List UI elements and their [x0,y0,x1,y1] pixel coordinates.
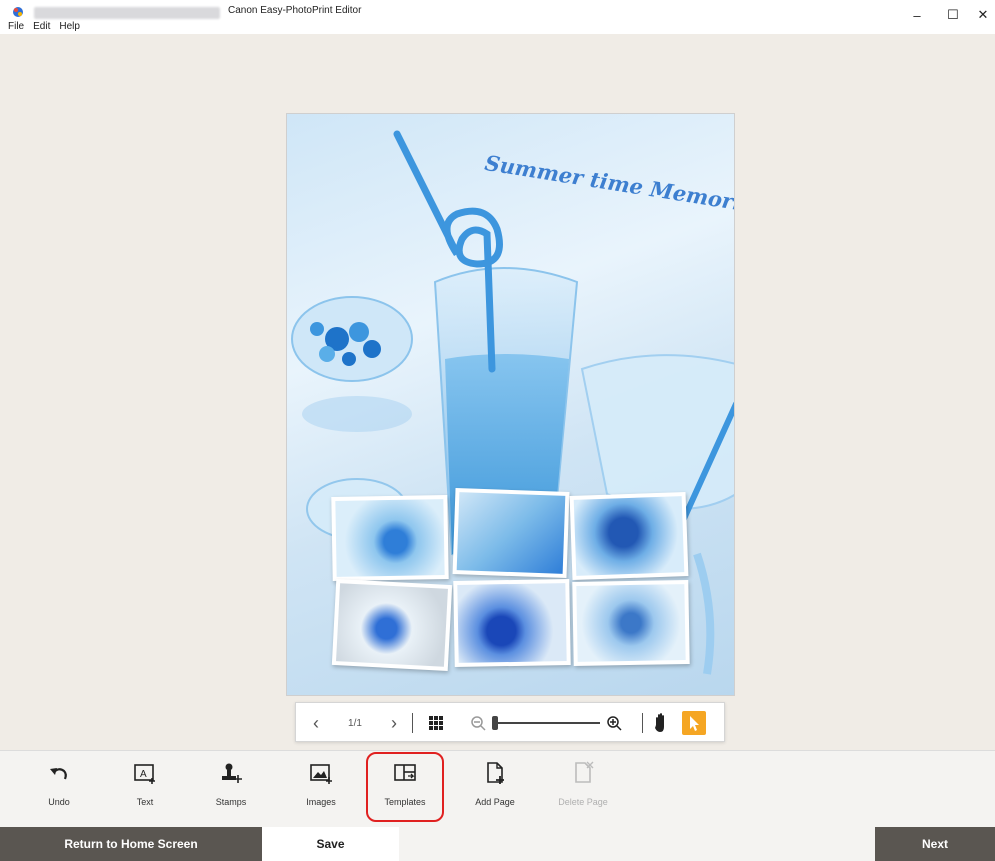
pointer-icon [690,716,699,731]
undo-icon [50,768,67,780]
menu-bar: File Edit Help [8,21,80,32]
editing-toolbar: Undo A Text Stamps Images Templates Add … [0,750,995,827]
photo-frame[interactable] [572,579,690,667]
next-button[interactable]: Next [875,827,995,861]
undo-button[interactable]: Undo [24,751,94,828]
divider [642,713,643,733]
app-window: Canon Easy-PhotoPrint Editor – ☐ ✕ File … [0,0,995,861]
photo-frame[interactable] [453,578,571,668]
images-button[interactable]: Images [286,751,356,828]
title-bar: Canon Easy-PhotoPrint Editor – ☐ ✕ File … [0,0,995,34]
images-label: Images [306,797,336,807]
close-button[interactable]: ✕ [966,0,995,30]
menu-file[interactable]: File [8,21,24,32]
add-page-label: Add Page [475,797,515,807]
delete-page-button[interactable]: Delete Page [548,751,618,828]
zoom-slider[interactable] [492,713,602,733]
maximize-button[interactable]: ☐ [936,0,970,30]
photo-frame[interactable] [331,579,453,671]
svg-text:A: A [140,769,147,780]
app-logo-icon [13,7,23,17]
text-label: Text [136,797,154,807]
prev-page-button[interactable]: ‹ [304,703,328,743]
undo-label: Undo [48,797,70,807]
stamps-label: Stamps [215,797,247,807]
zoom-out-icon[interactable] [468,703,488,743]
layout-page-canvas[interactable]: Summer time Memories [286,113,735,696]
return-home-button[interactable]: Return to Home Screen [0,827,262,861]
images-icon [310,764,332,784]
stamp-icon [222,763,242,783]
menu-help[interactable]: Help [59,21,80,32]
add-page-button[interactable]: Add Page [460,751,530,828]
page-indicator: 1/1 [348,717,362,729]
photo-frame[interactable] [569,492,689,580]
stamps-button[interactable]: Stamps [196,751,266,828]
text-icon: A [134,764,155,784]
window-title: Canon Easy-PhotoPrint Editor [228,5,362,16]
zoom-slider-thumb[interactable] [492,716,498,730]
zoom-in-icon[interactable] [604,703,624,743]
delete-page-icon [575,761,594,783]
page-navigation-bar: ‹ 1/1 › [295,702,725,742]
menu-edit[interactable]: Edit [33,21,50,32]
photo-frame[interactable] [331,494,449,582]
delete-page-label: Delete Page [558,797,608,807]
redacted-filename [34,7,220,19]
next-page-button[interactable]: › [382,703,406,743]
minimize-button[interactable]: – [900,0,934,30]
grid-icon[interactable] [424,703,448,743]
templates-highlight-annotation [366,752,444,822]
text-button[interactable]: A Text [110,751,180,828]
photo-frame[interactable] [452,488,570,578]
hand-icon[interactable] [650,703,672,743]
select-tool-button[interactable] [682,711,706,735]
add-page-icon [487,762,504,784]
divider [412,713,413,733]
save-button[interactable]: Save [262,827,399,861]
